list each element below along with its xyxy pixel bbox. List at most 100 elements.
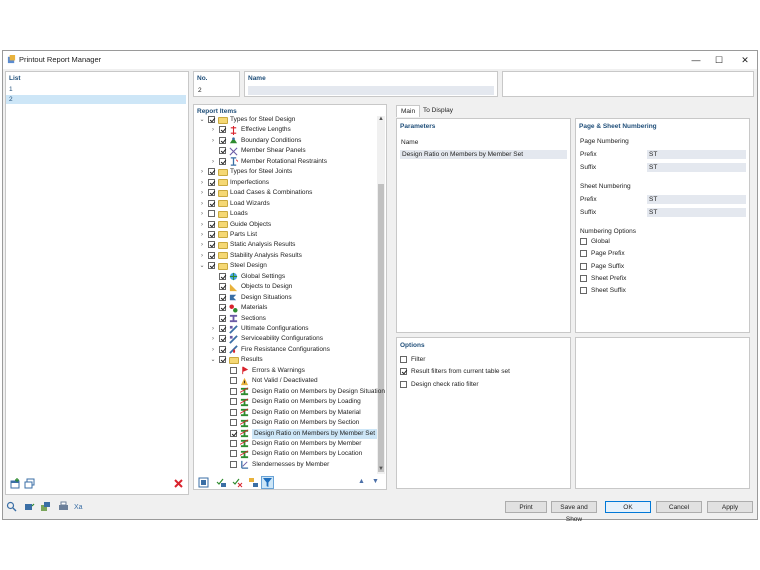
tree-item[interactable]: ⌄ Results [0, 355, 263, 365]
tree-item[interactable]: › Types for Steel Joints [0, 167, 292, 177]
tree-item[interactable]: Design Ratio on Members by Member [0, 439, 361, 449]
tree-item-checkbox[interactable] [230, 377, 237, 385]
option-checkbox[interactable] [400, 368, 407, 376]
tree-item-checkbox[interactable] [230, 419, 237, 427]
tree-item[interactable]: Materials [0, 303, 267, 313]
minimize-button[interactable]: — [685, 53, 707, 67]
scrollbar-thumb[interactable] [378, 184, 384, 472]
move-down-icon[interactable]: ▼ [372, 478, 379, 485]
delete-icon[interactable] [173, 478, 184, 489]
tree-item[interactable]: ⌄ Steel Design [0, 261, 267, 271]
new-list-icon[interactable] [10, 478, 21, 489]
tree-item[interactable]: › Member Rotational Restraints [0, 157, 327, 167]
sheet-suffix-input[interactable]: ST [647, 208, 746, 217]
units-icon[interactable] [24, 501, 35, 512]
tree-item[interactable]: › Load Cases & Combinations [0, 188, 312, 198]
tree-item-checkbox[interactable] [208, 116, 215, 123]
tree-item[interactable]: › Guide Objects [0, 220, 271, 230]
tree-item-checkbox[interactable] [219, 136, 226, 144]
tree-item[interactable]: › Fire Resistance Configurations [0, 345, 330, 355]
tree-item-checkbox[interactable] [230, 460, 237, 468]
maximize-button[interactable]: ☐ [708, 53, 730, 67]
expand-icon[interactable]: › [209, 334, 217, 344]
option-checkbox[interactable] [580, 250, 587, 258]
tree-item-checkbox[interactable] [208, 230, 215, 238]
tree-item-checkbox[interactable] [219, 272, 226, 280]
uncheck-all-icon[interactable] [232, 477, 243, 488]
print-settings-icon[interactable] [58, 501, 69, 512]
tree-item[interactable]: › Parts List [0, 230, 257, 240]
expand-icon[interactable]: › [198, 178, 206, 188]
tree-item[interactable]: Slendernesses by Member [0, 460, 329, 470]
page-suffix-input[interactable]: ST [647, 163, 746, 172]
scroll-down-icon[interactable]: ▼ [378, 466, 384, 472]
copy-list-icon[interactable] [24, 478, 35, 489]
tree-item[interactable]: ⌄ Types for Steel Design [0, 115, 295, 125]
expand-icon[interactable]: › [198, 230, 206, 240]
tree-item[interactable]: › Effective Lengths [0, 125, 291, 135]
expand-icon[interactable]: › [209, 157, 217, 167]
save-and-show-button[interactable]: Save and Show [551, 501, 597, 523]
collapse-icon[interactable]: ⌄ [198, 115, 206, 125]
tree-item[interactable]: › Static Analysis Results [0, 240, 295, 250]
tree-item-checkbox[interactable] [230, 366, 237, 374]
option-checkbox[interactable] [580, 238, 587, 245]
tree-item[interactable]: Not Valid / Deactivated [0, 376, 318, 386]
tree-item-checkbox[interactable] [208, 168, 215, 176]
check-all-icon[interactable] [216, 477, 227, 488]
tree-item[interactable]: Design Ratio on Members by Material [0, 408, 361, 418]
tree-item-checkbox[interactable] [219, 283, 226, 291]
tree-item-checkbox[interactable] [219, 325, 226, 332]
name-input[interactable] [248, 86, 494, 95]
expand-icon[interactable]: › [209, 324, 217, 334]
tab-to-display[interactable]: To Display [419, 105, 457, 116]
filter-toggle[interactable] [261, 476, 274, 489]
expand-icon[interactable]: › [209, 125, 217, 135]
page-prefix-input[interactable]: ST [647, 150, 746, 159]
option-checkbox[interactable] [580, 262, 587, 270]
expand-icon[interactable]: › [198, 188, 206, 198]
model-icon[interactable] [40, 501, 51, 512]
tree-item-checkbox[interactable] [208, 178, 215, 186]
tab-main[interactable]: Main [396, 105, 421, 117]
tree-item-checkbox[interactable] [208, 199, 215, 207]
tree-item-checkbox[interactable] [230, 408, 237, 416]
tree-item[interactable]: Errors & Warnings [0, 366, 305, 376]
tree-item-checkbox[interactable] [230, 387, 237, 395]
tree-item[interactable]: Design Ratio on Members by Member Set [0, 428, 378, 439]
tree-item[interactable]: › Imperfections [0, 178, 269, 188]
tree-item[interactable]: Objects to Design [0, 282, 292, 292]
option-checkbox[interactable] [580, 274, 587, 282]
tree-item-checkbox[interactable] [219, 356, 226, 364]
tree-item-checkbox[interactable] [208, 241, 215, 249]
tree-item-checkbox[interactable] [208, 262, 215, 270]
apply-button[interactable]: Apply [707, 501, 753, 513]
ok-button[interactable]: OK [605, 501, 651, 513]
tree-item[interactable]: Sections [0, 314, 266, 324]
tree-item[interactable]: › Stability Analysis Results [0, 251, 302, 261]
structure-icon[interactable] [248, 477, 259, 488]
tree-item-checkbox[interactable] [219, 335, 226, 343]
print-button[interactable]: Print [505, 501, 547, 513]
list-item[interactable]: 1 [6, 85, 186, 94]
tree-item-checkbox[interactable] [208, 220, 215, 228]
cancel-button[interactable]: Cancel [656, 501, 702, 513]
expand-icon[interactable]: › [198, 240, 206, 250]
expand-icon[interactable]: › [198, 220, 206, 230]
tree-item-checkbox[interactable] [219, 345, 226, 353]
option-checkbox[interactable] [400, 380, 407, 388]
expand-icon[interactable]: › [209, 345, 217, 355]
tree-item-checkbox[interactable] [219, 126, 226, 134]
close-button[interactable]: ✕ [734, 53, 756, 67]
tree-item[interactable]: › Load Wizards [0, 199, 270, 209]
collapse-icon[interactable]: ⌄ [209, 355, 217, 365]
tree-item-checkbox[interactable] [219, 293, 226, 301]
tree-item-checkbox[interactable] [230, 450, 237, 458]
tree-item[interactable]: › Ultimate Configurations [0, 324, 309, 334]
expand-icon[interactable]: › [209, 136, 217, 146]
tree-item-checkbox[interactable] [230, 429, 237, 437]
tree-item-checkbox[interactable] [208, 189, 215, 197]
tree-item-checkbox[interactable] [230, 398, 237, 406]
tree-item-checkbox[interactable] [219, 147, 226, 155]
search-icon[interactable] [6, 501, 17, 512]
